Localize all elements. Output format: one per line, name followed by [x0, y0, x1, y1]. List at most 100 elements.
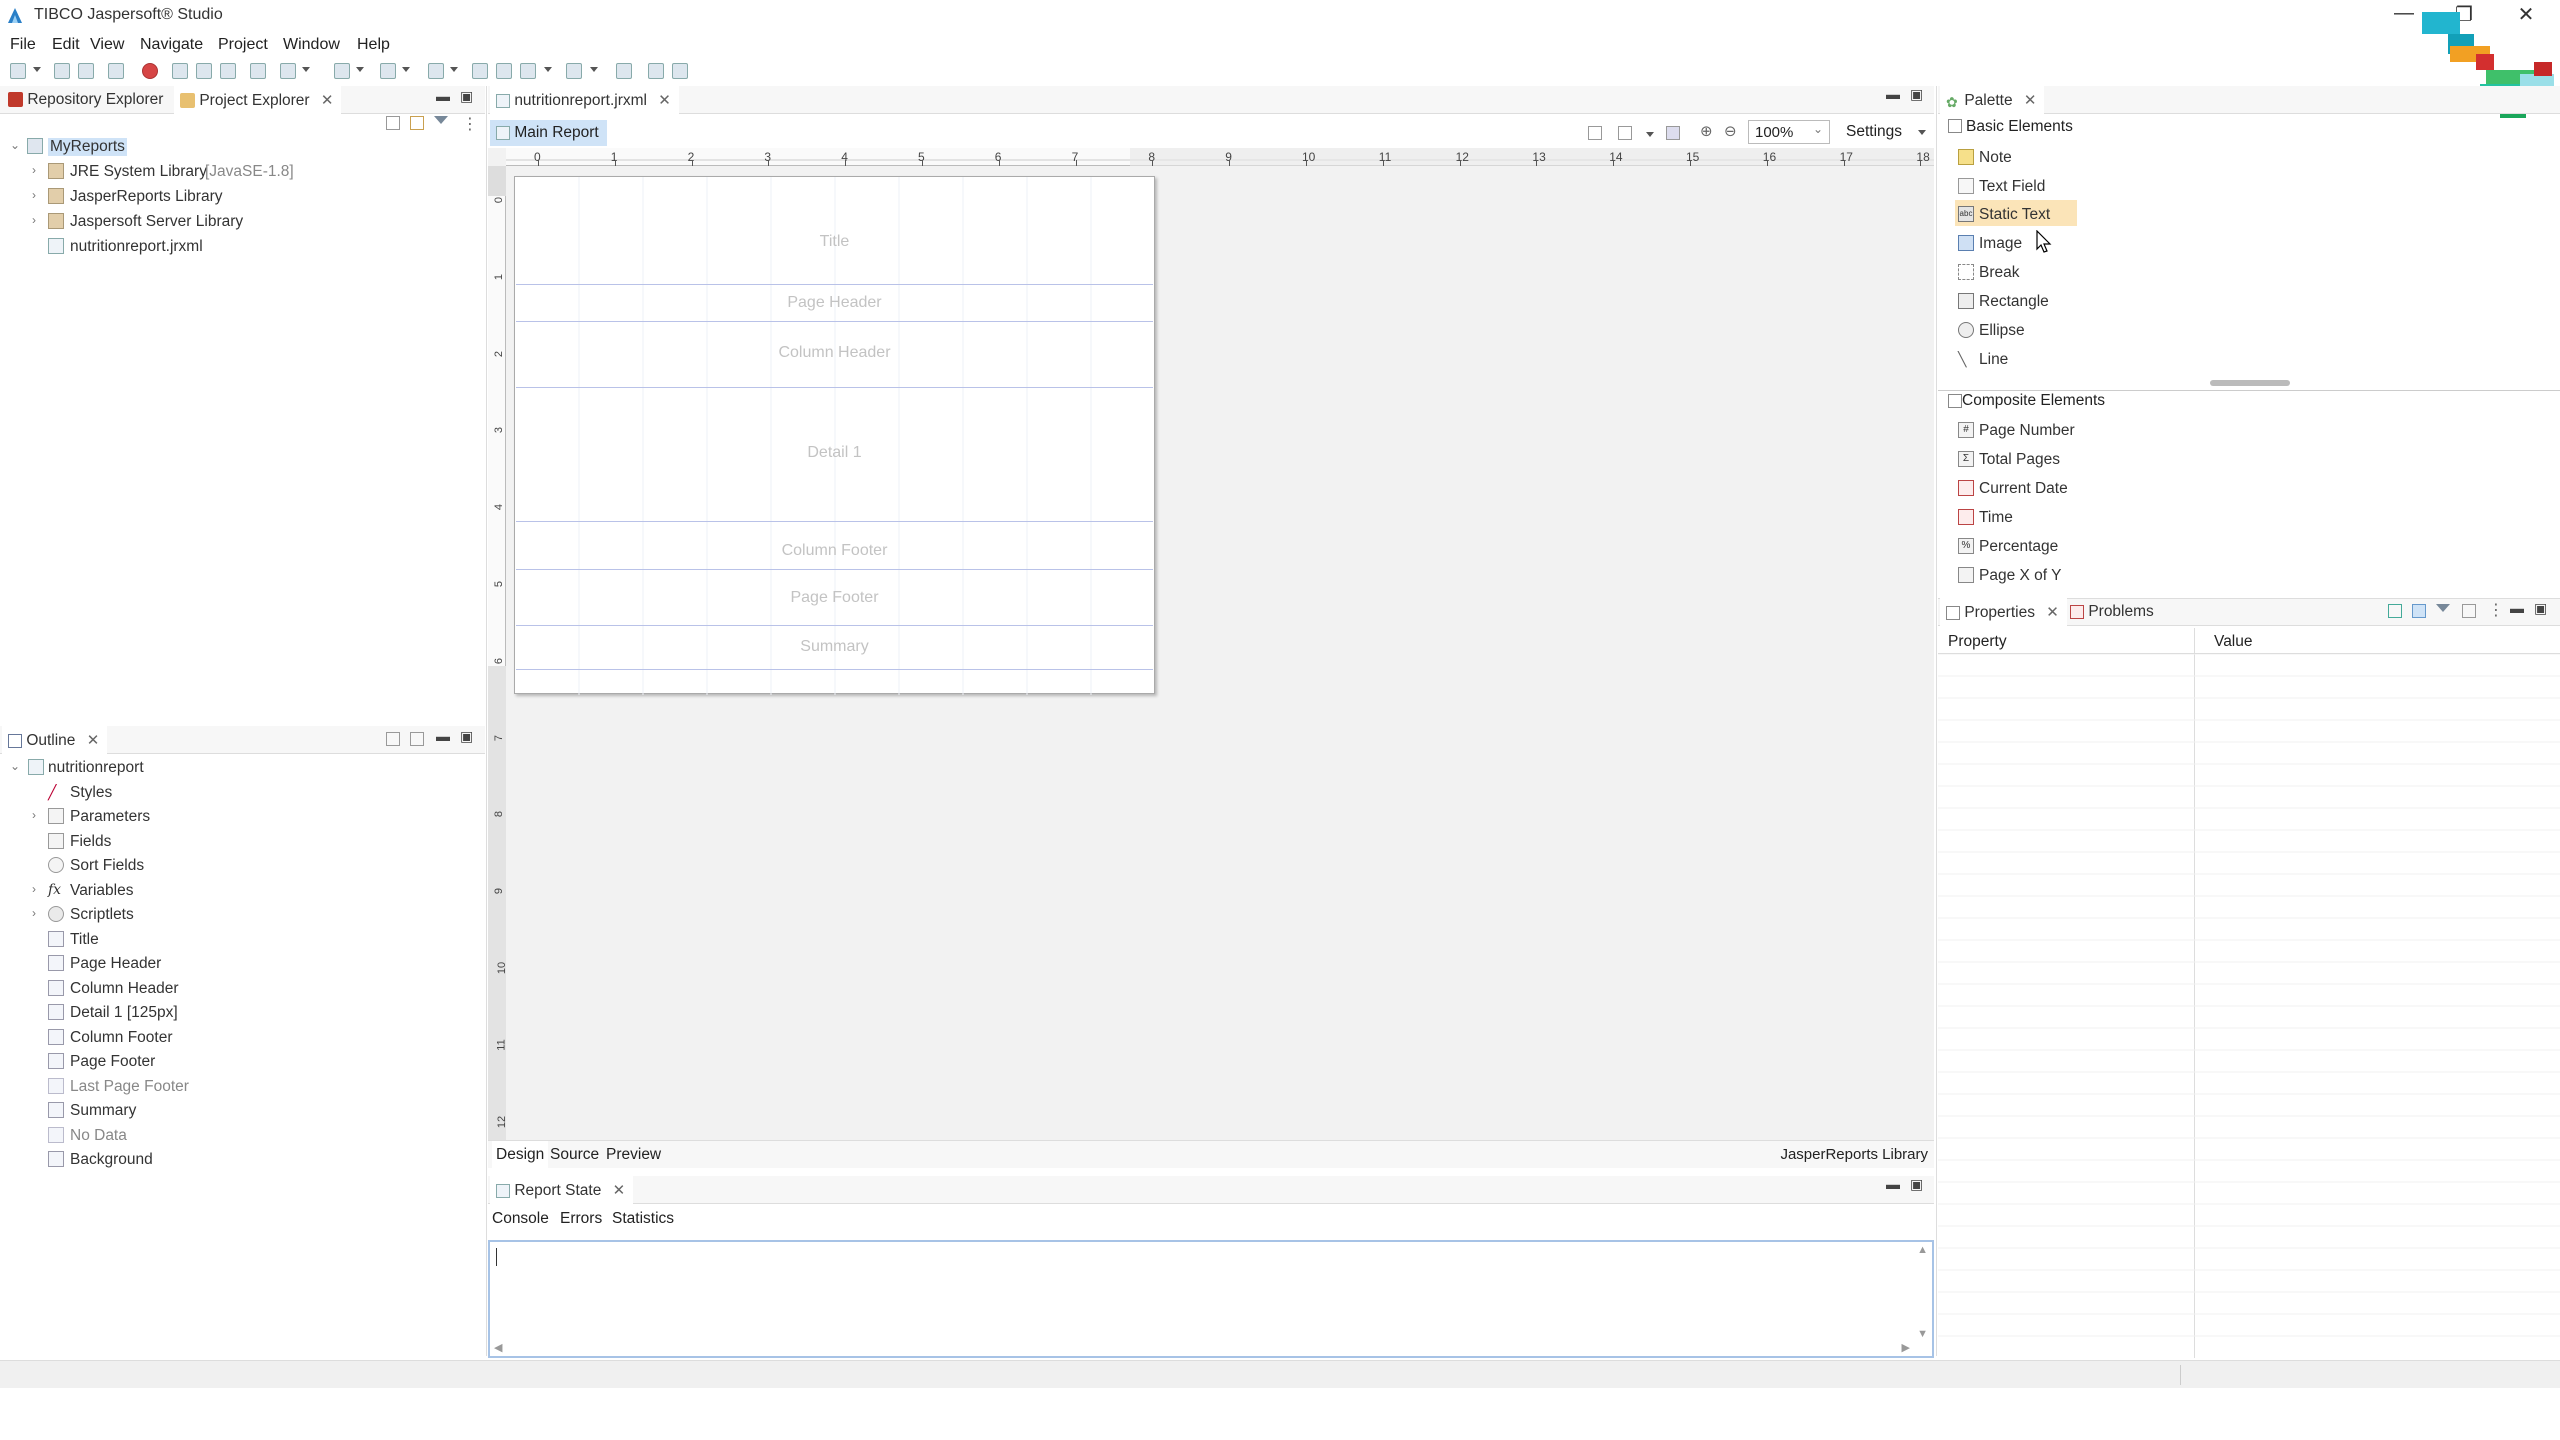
build-icon[interactable]	[196, 63, 212, 79]
menu-project[interactable]: Project	[218, 36, 268, 54]
maximize-view-icon[interactable]: ▣	[460, 728, 473, 745]
band-summary[interactable]: Summary	[516, 626, 1153, 670]
view-menu-icon[interactable]: ⋮	[462, 114, 478, 134]
tab-report-state[interactable]: Report State ✕	[490, 1176, 634, 1204]
back-icon[interactable]	[472, 63, 488, 79]
menu-window[interactable]: Window	[283, 36, 340, 54]
scroll-left-icon[interactable]: ◀	[494, 1341, 502, 1354]
tab-repository-explorer[interactable]: Repository Explorer	[2, 86, 171, 114]
menu-navigate[interactable]: Navigate	[140, 36, 203, 54]
chevron-down-icon[interactable]	[402, 67, 410, 72]
scroll-right-icon[interactable]: ▶	[1902, 1341, 1910, 1354]
chevron-down-icon[interactable]: ⌄	[10, 138, 20, 152]
compile-icon[interactable]	[172, 63, 188, 79]
maximize-view-icon[interactable]: ▣	[2534, 600, 2547, 617]
tree-item-myreports[interactable]: ⌄ MyReports	[0, 135, 485, 159]
chevron-right-icon[interactable]: ›	[32, 188, 36, 202]
menu-edit[interactable]: Edit	[52, 36, 80, 54]
band-title[interactable]: Title	[516, 178, 1153, 285]
tab-properties[interactable]: Properties ✕	[1940, 598, 2067, 626]
settings-button[interactable]: Settings	[1846, 123, 1902, 141]
tab-project-explorer[interactable]: Project Explorer ✕	[174, 86, 342, 114]
open-perspective-icon[interactable]	[616, 63, 632, 79]
right-sash[interactable]	[1936, 86, 1937, 1356]
expand-icon[interactable]	[410, 732, 424, 746]
minimize-view-icon[interactable]: ▬	[436, 728, 450, 744]
basic-elements-header[interactable]: Basic Elements	[1966, 118, 2073, 136]
collapse-icon[interactable]	[2462, 604, 2476, 618]
refresh-icon[interactable]	[672, 63, 688, 79]
forward-icon[interactable]	[496, 63, 512, 79]
filter-icon[interactable]	[2436, 604, 2450, 612]
sort-icon[interactable]	[386, 732, 400, 746]
zoom-in-icon[interactable]: ⊕	[1700, 122, 1713, 140]
filter-icon[interactable]	[434, 116, 448, 124]
band-page-header[interactable]: Page Header	[516, 285, 1153, 322]
chevron-down-icon[interactable]	[544, 67, 552, 72]
chevron-down-icon[interactable]: ⌄	[10, 759, 20, 773]
wizard-icon[interactable]	[334, 63, 350, 79]
chevron-down-icon[interactable]	[1646, 132, 1654, 137]
scroll-up-icon[interactable]: ▲	[1917, 1244, 1928, 1256]
chevron-right-icon[interactable]: ›	[32, 163, 36, 177]
zoom-out-icon[interactable]: ⊖	[1724, 122, 1737, 140]
chevron-down-icon[interactable]	[590, 67, 598, 72]
close-icon[interactable]: ✕	[87, 732, 100, 749]
chevron-right-icon[interactable]: ›	[32, 213, 36, 227]
print-icon[interactable]	[108, 63, 124, 79]
run-icon[interactable]	[280, 63, 296, 79]
tab-palette[interactable]: ✿ Palette ✕	[1940, 86, 2045, 114]
composite-elements-header[interactable]: Composite Elements	[1962, 392, 2105, 410]
minimize-view-icon[interactable]: ▬	[1886, 1176, 1900, 1192]
close-icon[interactable]: ✕	[321, 92, 334, 109]
snap-icon[interactable]	[1666, 126, 1680, 140]
band-column-footer[interactable]: Column Footer	[516, 522, 1153, 570]
basic-elements-drawer-icon[interactable]	[1948, 119, 1962, 133]
save-icon[interactable]	[54, 63, 70, 79]
tab-problems[interactable]: Problems	[2064, 598, 2162, 626]
maximize-view-icon[interactable]: ▣	[460, 88, 473, 105]
edit-icon[interactable]	[220, 63, 236, 79]
link-editor-icon[interactable]	[410, 116, 424, 130]
minimize-view-icon[interactable]: ▬	[436, 88, 450, 104]
new-window-icon[interactable]	[2388, 604, 2402, 618]
tab-design[interactable]: Design	[492, 1141, 549, 1168]
tab-nutritionreport-jrxml[interactable]: nutritionreport.jrxml ✕	[490, 86, 679, 114]
band-detail-1[interactable]: Detail 1	[516, 388, 1153, 522]
palette-scrollbar[interactable]	[2210, 380, 2290, 386]
console-text-area[interactable]: ▲ ▼ ◀ ▶	[488, 1240, 1934, 1358]
tab-source[interactable]: Source	[550, 1146, 599, 1164]
chevron-down-icon[interactable]: ⌄	[1813, 122, 1823, 136]
tab-preview[interactable]: Preview	[606, 1146, 661, 1164]
subtab-errors[interactable]: Errors	[560, 1210, 602, 1228]
grid-icon[interactable]	[1618, 126, 1632, 140]
subtab-console[interactable]: Console	[492, 1210, 549, 1228]
menu-help[interactable]: Help	[357, 36, 390, 54]
close-icon[interactable]: ✕	[2046, 604, 2059, 621]
sync-icon[interactable]	[648, 63, 664, 79]
maximize-editor-icon[interactable]: ▣	[1910, 86, 1923, 103]
close-icon[interactable]: ✕	[658, 92, 671, 109]
close-icon[interactable]: ✕	[613, 1182, 626, 1199]
chevron-down-icon[interactable]	[356, 67, 364, 72]
view-menu-icon[interactable]: ⋮	[2488, 600, 2504, 620]
chevron-down-icon[interactable]	[1918, 130, 1926, 135]
minimize-editor-icon[interactable]: ▬	[1886, 86, 1900, 102]
menu-view[interactable]: View	[90, 36, 124, 54]
left-sash[interactable]	[486, 86, 487, 1356]
redo-icon[interactable]	[566, 63, 582, 79]
chevron-right-icon[interactable]: ›	[32, 882, 36, 896]
record-icon[interactable]	[142, 63, 158, 79]
page-layout-icon[interactable]	[1588, 126, 1602, 140]
band-page-footer[interactable]: Page Footer	[516, 570, 1153, 626]
new-icon[interactable]	[10, 63, 26, 79]
chevron-right-icon[interactable]: ›	[32, 906, 36, 920]
subtab-statistics[interactable]: Statistics	[612, 1210, 674, 1228]
advanced-icon[interactable]	[2412, 604, 2426, 618]
band-column-header[interactable]: Column Header	[516, 322, 1153, 388]
save-all-icon[interactable]	[78, 63, 94, 79]
minimize-button[interactable]: —	[2384, 2, 2424, 25]
chevron-down-icon[interactable]	[302, 67, 310, 72]
collapse-all-icon[interactable]	[386, 116, 400, 130]
undo-icon[interactable]	[520, 63, 536, 79]
